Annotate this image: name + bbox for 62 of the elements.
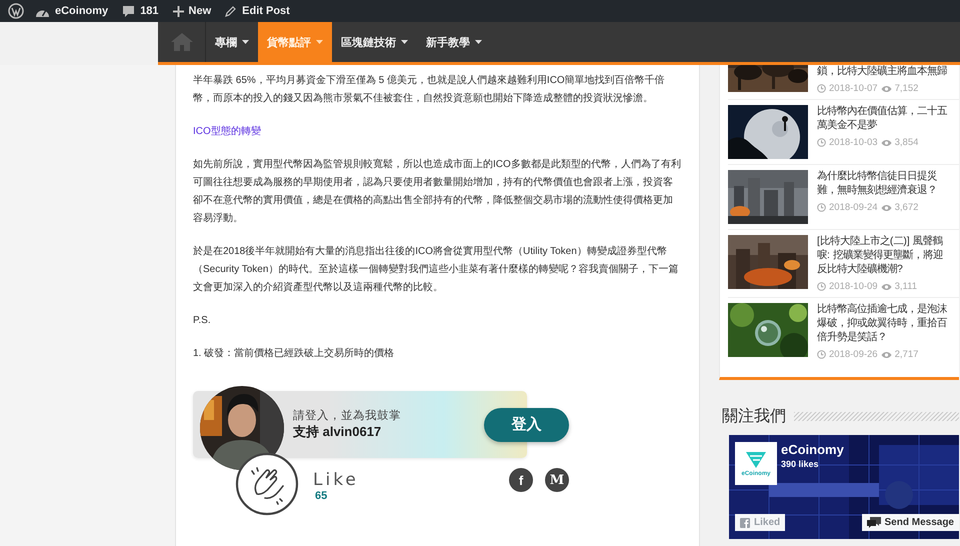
support-text: 支持 alvin0617: [293, 424, 382, 440]
comments-link[interactable]: 181: [122, 4, 159, 18]
paragraph: 於是在2018後半年就開始有大量的消息指出往後的ICO將會從實用型代幣（Utility Token）轉變成證券型代幣（Security Token）的時代。至於這樣一個轉變對我們這些小韭菜有著什麼樣的轉變呢？容我賣個關子，下一篇文會更加深入的介紹資產型代幣以及這兩種代幣的比較。: [193, 244, 680, 295]
page-likes: 390 likes: [781, 458, 820, 470]
nav-tab[interactable]: 區塊鏈技術: [332, 22, 417, 62]
login-button[interactable]: 登入: [484, 408, 569, 442]
post-title-link[interactable]: 鎖，比特大陸礦主將血本無歸: [817, 65, 952, 79]
view-count: 3,672: [894, 202, 918, 213]
post-date: 2018-10-09: [829, 281, 878, 292]
clock-icon: [817, 203, 826, 212]
house-icon: [170, 32, 194, 52]
speech-bubble-icon: [122, 4, 136, 18]
send-message-button[interactable]: Send Message: [862, 514, 959, 531]
clock-icon: [817, 84, 826, 93]
medium-share-button[interactable]: M: [545, 468, 569, 492]
site-link[interactable]: eCoinomy: [35, 4, 108, 18]
paragraph: 半年暴跌 65%，平均月募資金下滑至僅為 5 億美元，也就是說人們越來越難利用ICO簡單地找到百倍幣千倍幣，而原本的投入的錢又因為熊市景氣不佳被套住，自然投資意願也開始下降造成整體的投資狀況慘澹。: [193, 74, 666, 106]
pencil-icon: [225, 5, 238, 17]
post-date: 2018-09-24: [829, 202, 878, 213]
paragraph: 1. 破發：當前價格已經跌破上交易所時的價格: [193, 346, 396, 361]
eye-icon: [880, 204, 892, 212]
widget-heading: 關注我們: [721, 406, 787, 426]
like-count: 65: [315, 490, 328, 503]
view-count: 3,111: [894, 281, 917, 292]
chat-bubbles-icon: [866, 517, 881, 528]
post-date: 2018-10-03: [829, 137, 878, 148]
section-heading-link[interactable]: ICO型態的轉變: [193, 123, 261, 141]
view-count: 7,152: [894, 83, 918, 94]
clock-icon: [817, 138, 826, 147]
view-count: 3,854: [894, 137, 918, 148]
clapping-hands-icon: [235, 452, 299, 516]
eye-icon: [880, 138, 892, 146]
new-link[interactable]: New: [172, 5, 212, 17]
plus-icon: [172, 6, 184, 16]
page-name-link[interactable]: eCoinomy: [781, 442, 844, 458]
paragraph: 如先前所說，實用型代幣因為監管規則較寬鬆，所以也造成市面上的ICO多數都是此類型的代幣，人們為了有利可圖往往想要成為服務的早期使用者，認為只要使用者數量開始增加，持有的代幣價值也會跟者上漲，投資客卻不在意代幣的實用價值，總是在價格的高點出售全部持有的代幣，降低整個交易市場的流動性使得價格更加容易浮動。: [193, 158, 682, 226]
like-label: Like: [313, 470, 359, 490]
view-count: 2,717: [894, 349, 918, 360]
paragraph: P.S.: [193, 314, 212, 328]
eye-icon: [880, 350, 892, 358]
clock-icon: [817, 350, 826, 359]
post-date: 2018-10-07: [829, 83, 878, 94]
eye-icon: [880, 282, 892, 290]
eye-icon: [880, 84, 892, 92]
caret-icon: [401, 40, 408, 44]
login-prompt: 請登入，並為我鼓掌: [293, 409, 402, 424]
nav-tab[interactable]: 新手教學: [417, 22, 491, 62]
facebook-share-button[interactable]: f: [509, 468, 533, 492]
stripes-triangle-icon: [745, 450, 767, 468]
edit-post-link[interactable]: Edit Post: [225, 5, 290, 17]
post-title-link[interactable]: 比特幣內在價值估算，二十五萬美金不是夢: [817, 105, 952, 133]
clock-icon: [817, 282, 826, 291]
nav-tab[interactable]: 專欄: [206, 22, 258, 62]
caret-icon: [475, 40, 482, 44]
post-title-link[interactable]: [比特大陸上市之(二)] 風聲鶴唳: 挖礦業變得更壟斷，將迎反比特大陸礦機潮?: [817, 235, 952, 277]
post-date: 2018-09-26: [829, 349, 878, 360]
caret-icon: [316, 40, 323, 44]
post-title-link[interactable]: 比特幣高位插逾七成，是泡沫爆破，抑或斂翼待時，重拾百倍升勢是笑話？: [817, 303, 952, 345]
wordpress-logo-icon: [8, 3, 24, 19]
post-title-link[interactable]: 為什麼比特幣信徒日日提災難，無時無刻想經濟衰退？: [817, 170, 952, 198]
caret-icon: [242, 40, 249, 44]
facebook-icon: [740, 518, 750, 528]
